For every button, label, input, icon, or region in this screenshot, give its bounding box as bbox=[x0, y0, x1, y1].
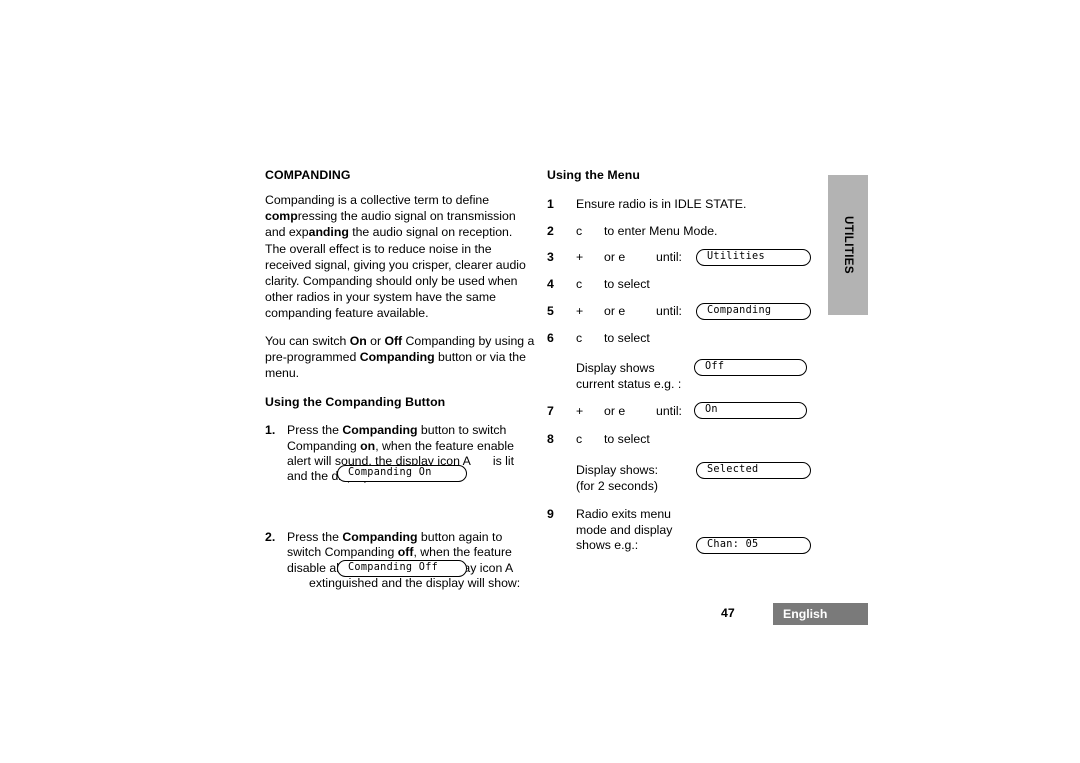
list-item: 1 Ensure radio is in IDLE STATE. bbox=[547, 197, 822, 213]
right-column: Using the Menu 1 Ensure radio is in IDLE… bbox=[547, 168, 822, 554]
step2-text-4: extinguished and the display will show: bbox=[309, 576, 521, 591]
step-number: 4 bbox=[547, 276, 554, 291]
step-number: 3 bbox=[547, 250, 554, 264]
status-line-2: current status e.g. : bbox=[576, 376, 682, 391]
menu-key-icon: c bbox=[576, 330, 583, 345]
intro-bold-2: anding bbox=[308, 225, 349, 240]
or-key-icon: or e bbox=[604, 404, 626, 418]
step-text: Ensure radio is in IDLE STATE. bbox=[576, 197, 747, 211]
display-readout-off: Off bbox=[694, 359, 807, 376]
list-item: 2 c to enter Menu Mode. bbox=[547, 224, 822, 240]
intro-part-1: Companding is a collective term to defin… bbox=[265, 193, 490, 207]
exit-line-2: mode and display bbox=[576, 522, 673, 537]
step2-bold-2: off bbox=[397, 545, 414, 560]
switch-part-1: You can switch bbox=[265, 333, 350, 348]
switch-bold-off: Off bbox=[384, 333, 403, 348]
menu-key-icon: c bbox=[576, 276, 583, 291]
list-item: 5 + or e until: Companding bbox=[547, 303, 822, 320]
exit-line-1: Radio exits menu bbox=[576, 507, 672, 521]
step-number: 9 bbox=[547, 507, 554, 521]
language-band: English bbox=[773, 603, 868, 625]
step1-text-1: Press the bbox=[287, 423, 343, 438]
list-item: Display shows: (for 2 seconds) Selected bbox=[547, 462, 822, 494]
display-readout-companding: Companding bbox=[696, 303, 811, 320]
step-number: 1 bbox=[547, 197, 554, 211]
step1-bold-1: Companding bbox=[342, 423, 418, 438]
until-label: until: bbox=[656, 250, 682, 264]
list-item: 8 c to select bbox=[547, 432, 822, 448]
plus-key-icon: + bbox=[576, 250, 584, 264]
step2-bold-1: Companding bbox=[342, 529, 418, 544]
until-label: until: bbox=[656, 404, 682, 418]
list-item: 3 + or e until: Utilities bbox=[547, 249, 822, 266]
switch-bold-companding: Companding bbox=[359, 349, 435, 364]
step1-bold-2: on bbox=[360, 438, 376, 453]
display-readout-selected: Selected bbox=[696, 462, 811, 479]
or-key-icon: or e bbox=[604, 250, 626, 264]
step-text: to enter Menu Mode. bbox=[604, 223, 718, 238]
list-item: 6 c to select bbox=[547, 331, 822, 347]
sub-heading-companding-button: Using the Companding Button bbox=[265, 395, 446, 410]
or-key-icon: or e bbox=[604, 304, 626, 318]
side-tab-label: UTILITIES bbox=[842, 216, 854, 274]
page-title: COMPANDING bbox=[265, 168, 351, 182]
step2-text-1: Press the bbox=[287, 529, 343, 544]
list-item: 7 + or e until: On bbox=[547, 402, 822, 420]
sub-heading-using-the-menu: Using the Menu bbox=[547, 168, 640, 182]
manual-page: UTILITIES COMPANDING Companding is a col… bbox=[0, 0, 1080, 763]
plus-key-icon: + bbox=[576, 404, 584, 418]
menu-key-icon: c bbox=[576, 431, 583, 446]
step-number: 5 bbox=[547, 304, 554, 318]
intro-paragraph: Companding is a collective term to defin… bbox=[265, 192, 535, 322]
language-label: English bbox=[783, 607, 828, 621]
plus-key-icon: + bbox=[576, 304, 584, 318]
left-column: COMPANDING Companding is a collective te… bbox=[265, 168, 535, 600]
step-text: to select bbox=[604, 330, 650, 345]
display-readout-companding-off: Companding Off bbox=[337, 560, 467, 577]
until-label: until: bbox=[656, 304, 682, 318]
list-item: 4 c to select bbox=[547, 277, 822, 293]
switch-paragraph: You can switch On or Off Companding by u… bbox=[265, 333, 535, 382]
page-number: 47 bbox=[721, 606, 735, 620]
side-tab-utilities: UTILITIES bbox=[828, 175, 868, 315]
display-readout-channel: Chan: 05 bbox=[696, 537, 811, 554]
display-readout-on: On bbox=[694, 402, 807, 419]
step-text: to select bbox=[604, 431, 650, 446]
step-text: to select bbox=[604, 276, 650, 291]
display-readout-utilities: Utilities bbox=[696, 249, 811, 266]
menu-key-icon: c bbox=[576, 223, 583, 238]
selected-line-2: (for 2 seconds) bbox=[576, 478, 659, 493]
switch-bold-on: On bbox=[349, 333, 367, 348]
step-number: 2 bbox=[547, 223, 554, 238]
step-number: 2. bbox=[265, 529, 276, 544]
intro-part-3: the audio signal on reception. The overa… bbox=[265, 225, 526, 321]
list-item: 9 Radio exits menu mode and display show… bbox=[547, 507, 822, 554]
list-item: Display shows current status e.g. : Off bbox=[547, 359, 822, 392]
step-number: 7 bbox=[547, 404, 554, 418]
step-number: 6 bbox=[547, 330, 554, 345]
step-number: 1. bbox=[265, 423, 276, 438]
display-readout-companding-on: Companding On bbox=[337, 465, 467, 482]
switch-part-2: or bbox=[366, 333, 385, 348]
intro-bold-1: comp bbox=[265, 209, 298, 224]
step-number: 8 bbox=[547, 431, 554, 446]
